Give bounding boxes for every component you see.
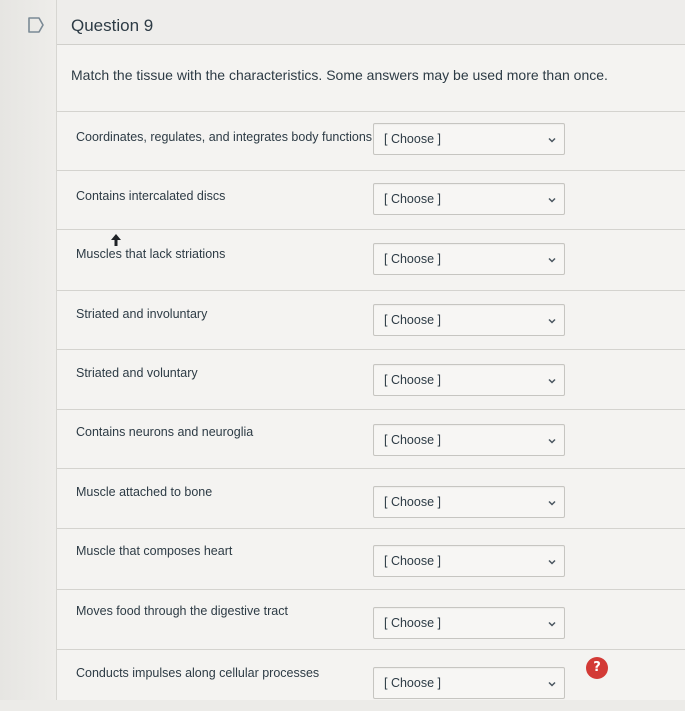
- question-nav-margin: [0, 0, 56, 700]
- match-row: Moves food through the digestive tract […: [57, 589, 685, 651]
- question-header: Question 9: [57, 0, 685, 45]
- select-value: [ Choose ]: [384, 676, 441, 690]
- select-value: [ Choose ]: [384, 313, 441, 327]
- answer-select[interactable]: [ Choose ]: [373, 486, 565, 518]
- chevron-down-icon: [548, 500, 556, 506]
- select-value: [ Choose ]: [384, 192, 441, 206]
- answer-select[interactable]: [ Choose ]: [373, 424, 565, 456]
- answer-select[interactable]: [ Choose ]: [373, 243, 565, 275]
- select-value: [ Choose ]: [384, 433, 441, 447]
- match-prompt: Striated and voluntary: [76, 366, 198, 380]
- answer-select[interactable]: [ Choose ]: [373, 545, 565, 577]
- select-value: [ Choose ]: [384, 132, 441, 146]
- match-prompt: Muscles that lack striations: [76, 247, 226, 261]
- select-value: [ Choose ]: [384, 495, 441, 509]
- question-instructions: Match the tissue with the characteristic…: [71, 67, 608, 83]
- page: Question 9 Match the tissue with the cha…: [0, 0, 685, 700]
- flag-icon[interactable]: [26, 15, 46, 35]
- match-row: Striated and involuntary [ Choose ]: [57, 290, 685, 352]
- chevron-down-icon: [548, 681, 556, 687]
- chevron-down-icon: [548, 257, 556, 263]
- answer-select[interactable]: [ Choose ]: [373, 183, 565, 215]
- chevron-down-icon: [548, 137, 556, 143]
- chevron-down-icon: [548, 318, 556, 324]
- match-row: Muscle that composes heart [ Choose ]: [57, 528, 685, 590]
- chevron-down-icon: [548, 621, 556, 627]
- chevron-down-icon: [548, 197, 556, 203]
- select-value: [ Choose ]: [384, 252, 441, 266]
- match-row: Muscle attached to bone [ Choose ]: [57, 468, 685, 530]
- chevron-down-icon: [548, 378, 556, 384]
- match-prompt: Contains neurons and neuroglia: [76, 425, 254, 439]
- select-value: [ Choose ]: [384, 616, 441, 630]
- match-prompt: Coordinates, regulates, and integrates b…: [76, 130, 373, 144]
- match-prompt: Moves food through the digestive tract: [76, 604, 288, 618]
- match-row: Muscles that lack striations [ Choose ]: [57, 229, 685, 291]
- match-prompt: Conducts impulses along cellular process…: [76, 666, 320, 680]
- help-badge[interactable]: ?: [586, 657, 608, 679]
- answer-select[interactable]: [ Choose ]: [373, 123, 565, 155]
- select-value: [ Choose ]: [384, 373, 441, 387]
- match-row: Contains intercalated discs [ Choose ]: [57, 170, 685, 232]
- match-row: Contains neurons and neuroglia [ Choose …: [57, 409, 685, 471]
- match-prompt: Contains intercalated discs: [76, 189, 226, 203]
- match-prompt: Striated and involuntary: [76, 307, 208, 321]
- answer-select[interactable]: [ Choose ]: [373, 304, 565, 336]
- chevron-down-icon: [548, 559, 556, 565]
- answer-select[interactable]: [ Choose ]: [373, 364, 565, 396]
- answer-select[interactable]: [ Choose ]: [373, 607, 565, 639]
- question-title: Question 9: [71, 16, 154, 35]
- match-row: Striated and voluntary [ Choose ]: [57, 349, 685, 411]
- match-prompt: Muscle attached to bone: [76, 485, 213, 499]
- match-row: Coordinates, regulates, and integrates b…: [57, 111, 685, 173]
- question-card: Question 9 Match the tissue with the cha…: [56, 0, 685, 700]
- select-value: [ Choose ]: [384, 554, 441, 568]
- answer-select[interactable]: [ Choose ]: [373, 667, 565, 699]
- chevron-down-icon: [548, 438, 556, 444]
- mouse-cursor-icon: [111, 234, 121, 246]
- match-prompt: Muscle that composes heart: [76, 544, 233, 558]
